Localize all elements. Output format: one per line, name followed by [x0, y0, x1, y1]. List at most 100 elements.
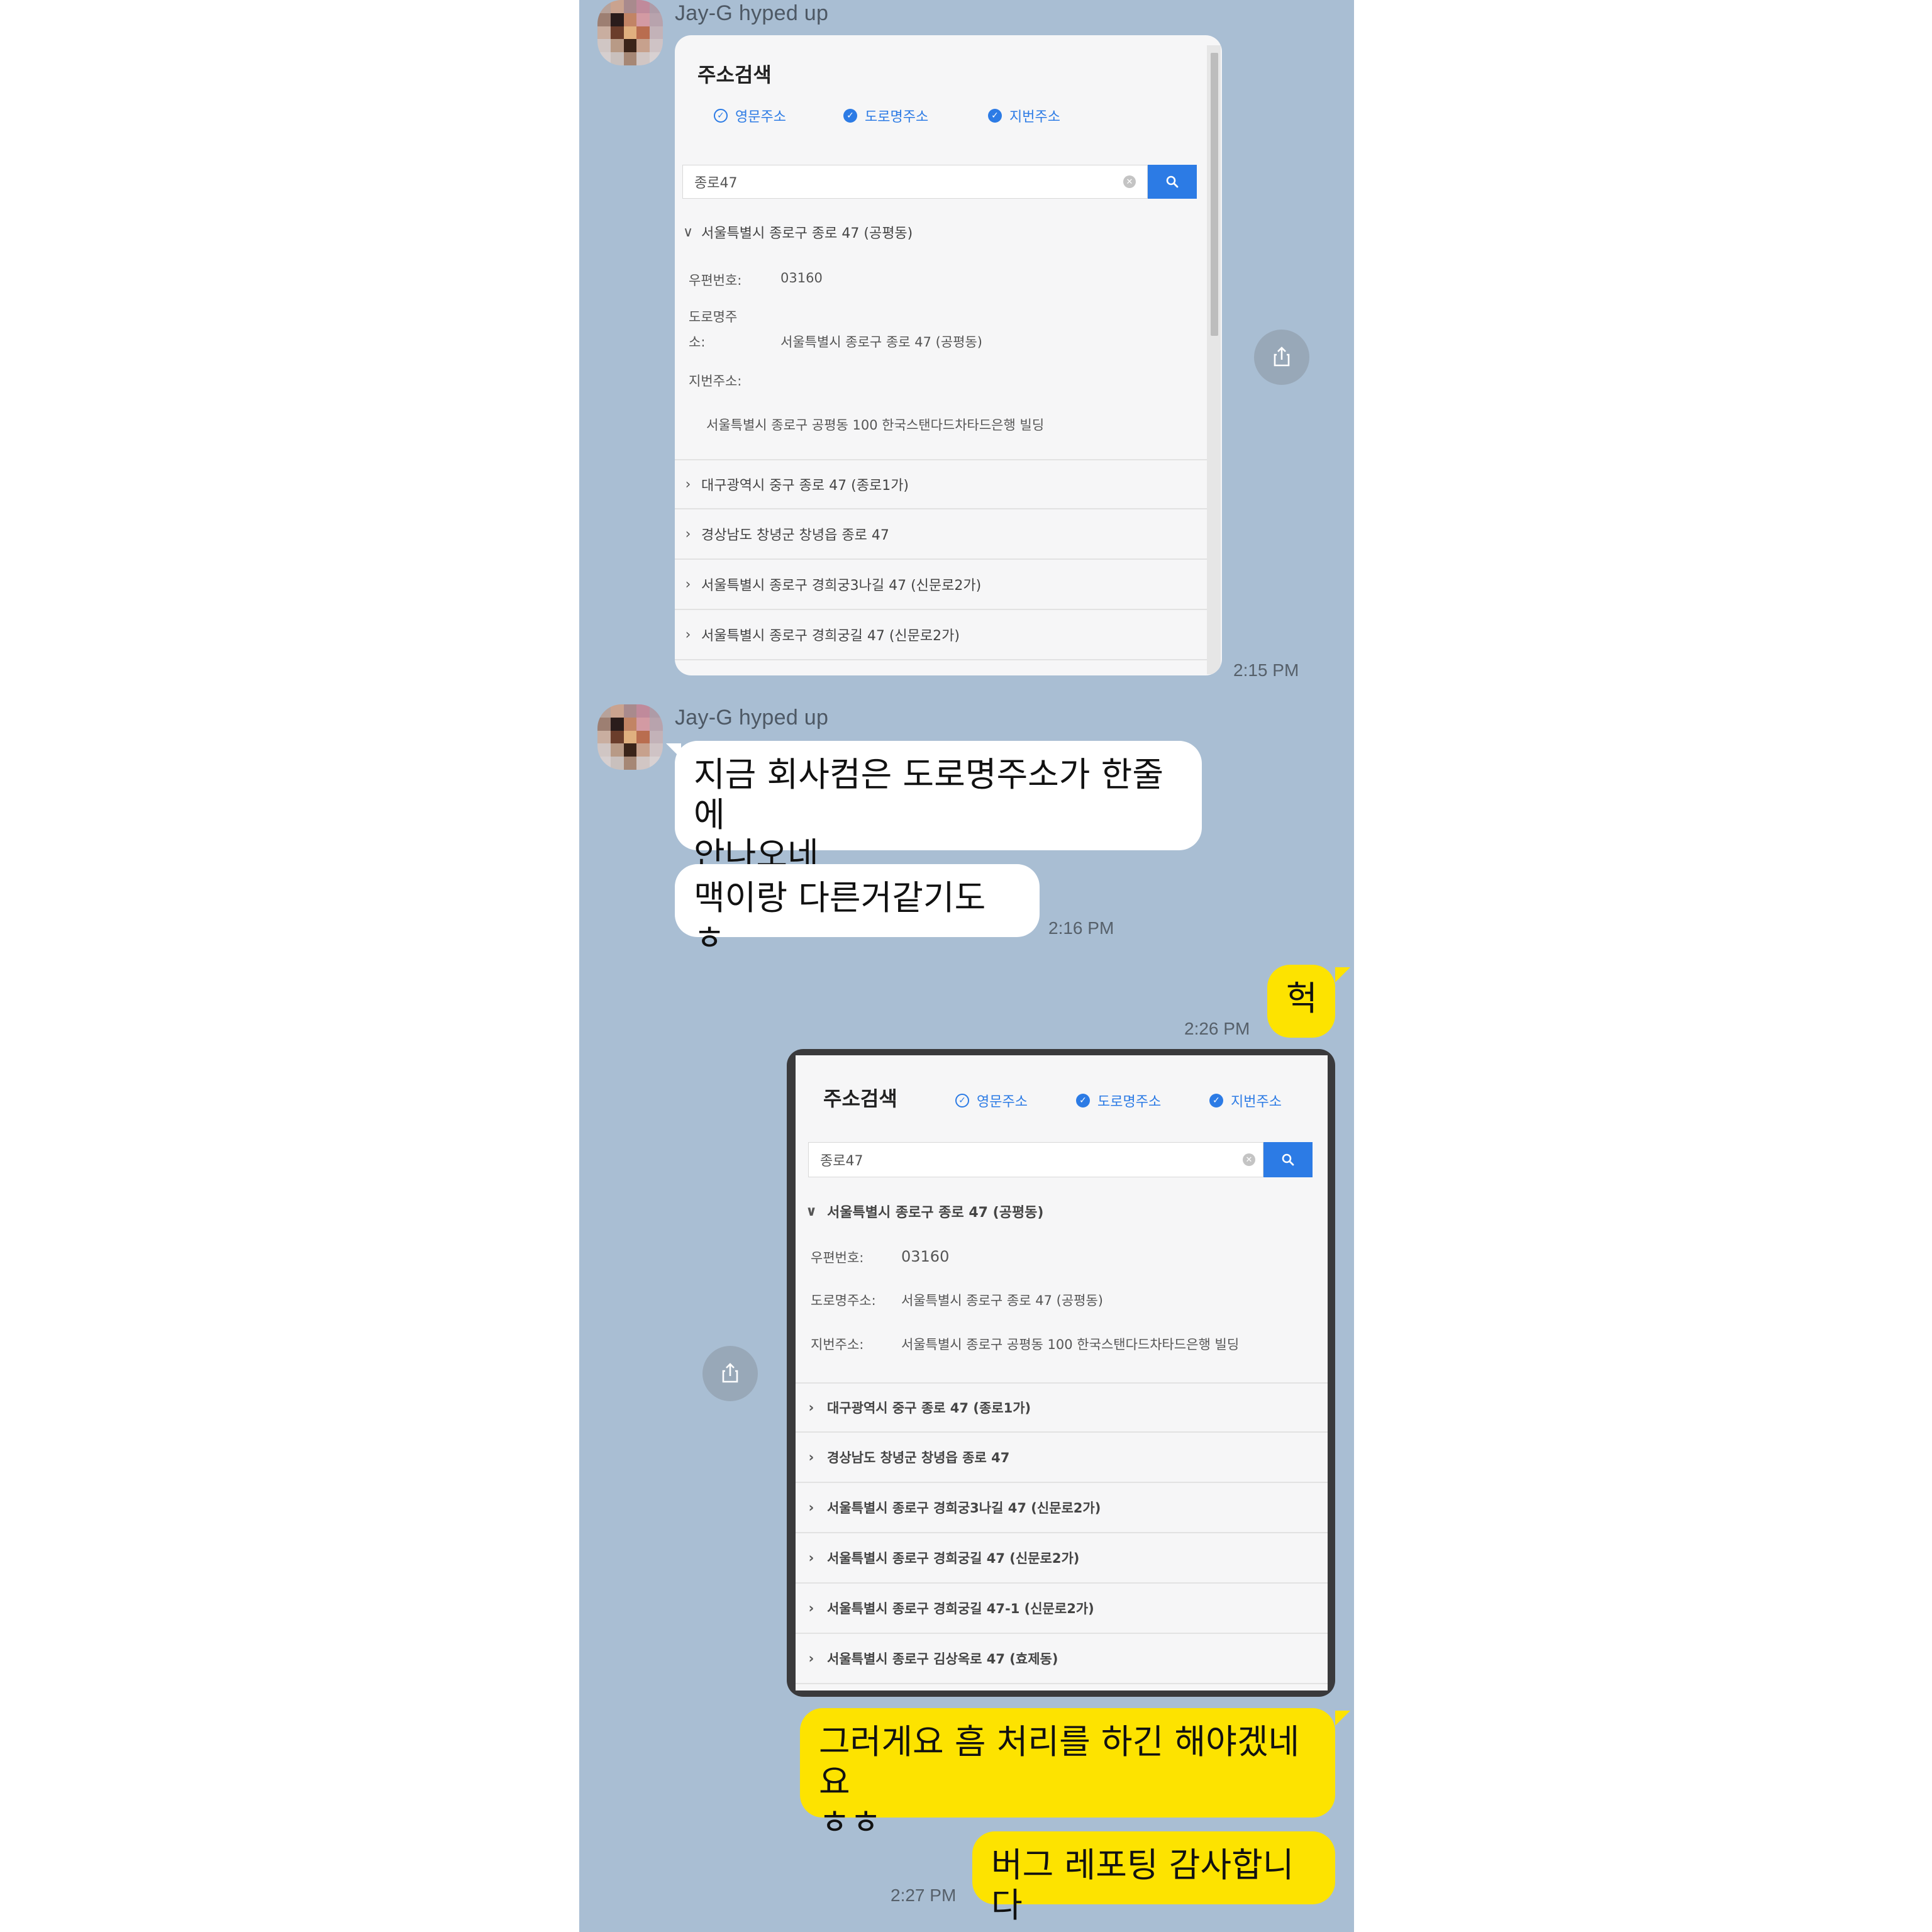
- share-button[interactable]: [1254, 330, 1309, 385]
- message-text: 헉: [1286, 979, 1318, 1018]
- result-label: 서울특별시 종로구 경희궁길 47-1 (신문로2가): [827, 1601, 1094, 1616]
- search-input[interactable]: 종로47 ✕: [808, 1142, 1263, 1177]
- result-label: 서울특별시 종로구 종로 47 (공평동): [827, 1205, 1044, 1221]
- avatar[interactable]: [597, 0, 663, 65]
- bubble-tail: [1335, 1711, 1350, 1726]
- chevron-down-icon: ∨: [806, 1203, 817, 1219]
- result-row-expanded[interactable]: ∨ 서울특별시 종로구 종로 47 (공평동): [675, 213, 1216, 252]
- share-icon: [722, 1363, 738, 1383]
- jibun-value: 서울특별시 종로구 공평동 100 한국스탠다드차타드은행 빌딩: [706, 418, 1045, 433]
- result-label: 서울특별시 종로구 김상옥로 47 (효제동): [827, 1652, 1058, 1667]
- message-bubble[interactable]: 헉: [1267, 965, 1335, 1038]
- result-label: 서울특별시 종로구 종로 47 (공평동): [701, 226, 913, 242]
- search-button[interactable]: [1263, 1142, 1313, 1177]
- result-label: 경상남도 창녕군 창녕읍 종로 47: [827, 1450, 1010, 1465]
- chevron-right-icon: ›: [685, 476, 691, 492]
- radio-english-address[interactable]: ✓ 영문주소: [955, 1091, 1028, 1111]
- result-row[interactable]: › 서울특별시 종로구 경희궁길 47-1 (신문로2가): [796, 1584, 1328, 1634]
- result-label: 서울특별시 종로구 경희궁길 47 (신문로2가): [827, 1551, 1080, 1566]
- chevron-right-icon: ›: [808, 1601, 814, 1616]
- radio-road-address[interactable]: ✓ 도로명주소: [1076, 1091, 1161, 1111]
- chevron-right-icon: ›: [685, 576, 691, 592]
- result-row[interactable]: › 서울특별시 종로구 김상옥로 47 (효제동): [796, 1634, 1328, 1684]
- radio-english-address[interactable]: ✓ 영문주소: [714, 106, 786, 126]
- road-label: 도로명주소:: [811, 1293, 876, 1308]
- clear-icon[interactable]: ✕: [1123, 175, 1136, 188]
- bubble-tail: [1335, 967, 1350, 982]
- result-row-expanded[interactable]: ∨ 서울특별시 종로구 종로 47 (공평동): [796, 1191, 1328, 1231]
- search-icon: [1166, 175, 1179, 188]
- search-value: 종로47: [694, 175, 738, 191]
- road-value: 서울특별시 종로구 종로 47 (공평동): [780, 335, 982, 350]
- result-row[interactable]: › 대구광역시 중구 종로 47 (종로1가): [675, 459, 1216, 509]
- chat-room: Jay-G hyped up 주소검색 ✓ 영문주소 ✓ 도로명주소 ✓ 지번주…: [579, 0, 1354, 1932]
- share-icon: [1274, 347, 1290, 367]
- message-text-line: 그러게요 흠 처리를 하긴 해야겠네요: [819, 1722, 1300, 1802]
- result-label: 대구광역시 중구 종로 47 (종로1가): [701, 478, 909, 494]
- search-icon: [1282, 1153, 1294, 1166]
- message-bubble[interactable]: 그러게요 흠 처리를 하긴 해야겠네요 ㅎㅎ: [800, 1708, 1335, 1842]
- radio-label: 영문주소: [735, 109, 786, 125]
- jibun-value: 서울특별시 종로구 공평동 100 한국스탠다드차타드은행 빌딩: [901, 1337, 1240, 1352]
- result-row[interactable]: › 경상남도 창녕군 창녕읍 종로 47: [796, 1433, 1328, 1483]
- share-button[interactable]: [702, 1346, 758, 1401]
- check-circle-icon: ✓: [843, 109, 857, 123]
- result-label: 서울특별시 종로구 경희궁3나길 47 (신문로2가): [701, 578, 982, 594]
- result-row[interactable]: › 서울특별시 종로구 경희궁3나길 47 (신문로2가): [675, 560, 1216, 610]
- message-text: 버그 레포팅 감사합니다: [991, 1845, 1294, 1925]
- result-row[interactable]: › 경상남도 창녕군 창녕읍 종로 47: [675, 509, 1216, 560]
- radio-label: 지번주소: [1231, 1094, 1282, 1110]
- sender-name: Jay-G hyped up: [675, 706, 829, 730]
- message-bubble[interactable]: 지금 회사컴은 도로명주소가 한줄에 안나오네: [675, 741, 1202, 875]
- radio-jibun-address[interactable]: ✓ 지번주소: [1209, 1091, 1282, 1111]
- radio-road-address[interactable]: ✓ 도로명주소: [843, 106, 928, 126]
- radio-label: 도로명주소: [865, 109, 929, 125]
- clear-icon[interactable]: ✕: [1243, 1153, 1255, 1166]
- message-bubble[interactable]: 버그 레포팅 감사합니다: [972, 1831, 1335, 1925]
- road-value: 서울특별시 종로구 종로 47 (공평동): [901, 1293, 1103, 1308]
- message-time: 2:26 PM: [1184, 1019, 1250, 1038]
- message-bubble[interactable]: 맥이랑 다른거같기도 ㅎ: [675, 864, 1040, 958]
- result-label: 경상남도 창녕군 창녕읍 종로 47: [701, 528, 889, 543]
- result-row[interactable]: › 서울특별시 종로구 경희궁길 47 (신문로2가): [675, 610, 1216, 660]
- scrollbar-thumb[interactable]: [1211, 53, 1218, 336]
- radio-jibun-address[interactable]: ✓ 지번주소: [988, 106, 1060, 126]
- chevron-right-icon: ›: [685, 626, 691, 643]
- chevron-right-icon: ›: [808, 1500, 814, 1515]
- zip-label: 우편번호:: [689, 273, 742, 288]
- check-circle-icon: ✓: [1076, 1094, 1090, 1108]
- result-label: 서울특별시 종로구 경희궁3나길 47 (신문로2가): [827, 1501, 1101, 1516]
- screenshot-image[interactable]: 주소검색 ✓ 영문주소 ✓ 도로명주소 ✓ 지번주소 종로47 ✕ ∨ 서울특별…: [675, 35, 1222, 675]
- radio-label: 영문주소: [977, 1094, 1028, 1110]
- chevron-right-icon: ›: [808, 1550, 814, 1565]
- radio-label: 지번주소: [1009, 109, 1060, 125]
- result-row[interactable]: › 대구광역시 중구 종로 47 (종로1가): [796, 1382, 1328, 1433]
- message-time: 2:16 PM: [1048, 918, 1114, 938]
- sender-name: Jay-G hyped up: [675, 1, 829, 25]
- jibun-label: 지번주소:: [689, 374, 742, 389]
- message-time: 2:27 PM: [891, 1885, 957, 1905]
- radio-label: 도로명주소: [1097, 1094, 1162, 1110]
- dialog-panel: 주소검색 ✓ 영문주소 ✓ 도로명주소 ✓ 지번주소 종로47 ✕ ∨ 서울특별…: [796, 1055, 1328, 1690]
- chevron-down-icon: ∨: [682, 224, 694, 240]
- dialog-title: 주소검색: [697, 63, 772, 87]
- road-label-line1: 도로명주: [689, 309, 738, 325]
- search-input[interactable]: 종로47 ✕: [682, 165, 1148, 199]
- result-row[interactable]: › 서울특별시 종로구 경희궁길 47 (신문로2가): [796, 1533, 1328, 1584]
- chevron-right-icon: ›: [808, 1400, 814, 1415]
- check-circle-icon: ✓: [1209, 1094, 1223, 1108]
- search-value: 종로47: [820, 1153, 863, 1169]
- message-time: 2:15 PM: [1233, 660, 1299, 680]
- screenshot-image[interactable]: 주소검색 ✓ 영문주소 ✓ 도로명주소 ✓ 지번주소 종로47 ✕ ∨ 서울특별…: [787, 1049, 1335, 1697]
- check-circle-icon: ✓: [955, 1094, 969, 1108]
- zip-value: 03160: [780, 270, 823, 286]
- search-button[interactable]: [1148, 165, 1197, 199]
- zip-label: 우편번호:: [811, 1250, 864, 1265]
- avatar[interactable]: [597, 704, 663, 770]
- dialog-title: 주소검색: [823, 1087, 897, 1111]
- result-row[interactable]: › 서울특별시 종로구 경희궁3나길 47 (신문로2가): [796, 1483, 1328, 1533]
- message-text-line: 지금 회사컴은 도로명주소가 한줄에: [694, 755, 1164, 835]
- result-label: 서울특별시 종로구 경희궁길 47 (신문로2가): [701, 628, 960, 644]
- chevron-right-icon: ›: [808, 1651, 814, 1666]
- chevron-right-icon: ›: [685, 526, 691, 542]
